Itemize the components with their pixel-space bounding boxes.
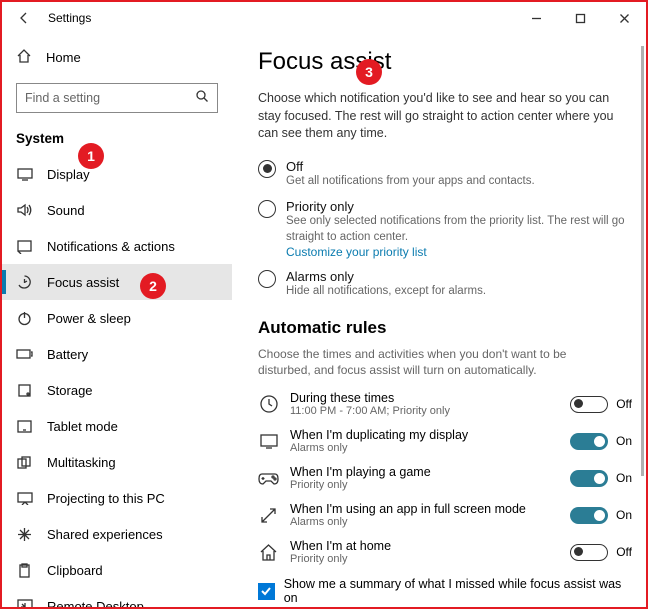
page-intro: Choose which notification you'd like to …: [258, 90, 618, 143]
rules-title: Automatic rules: [258, 318, 632, 338]
toggle-switch[interactable]: [570, 507, 608, 524]
rule-fullscreen[interactable]: When I'm using an app in full screen mod…: [258, 502, 632, 528]
automatic-rules: During these times11:00 PM - 7:00 AM; Pr…: [258, 391, 632, 565]
sidebar-item-power[interactable]: Power & sleep: [2, 300, 232, 336]
sidebar-item-multitasking[interactable]: Multitasking: [2, 444, 232, 480]
search-input[interactable]: Find a setting: [16, 83, 218, 113]
sidebar-item-notifications[interactable]: Notifications & actions: [2, 228, 232, 264]
sidebar-home-label: Home: [46, 50, 81, 65]
checkbox-checked[interactable]: [258, 583, 275, 600]
rule-during-times[interactable]: During these times11:00 PM - 7:00 AM; Pr…: [258, 391, 632, 417]
focus-assist-icon: [16, 274, 33, 291]
radio-indicator: [258, 160, 276, 178]
rule-at-home[interactable]: When I'm at homePriority only Off: [258, 539, 632, 565]
summary-checkbox-label: Show me a summary of what I missed while…: [284, 577, 632, 605]
sidebar-item-battery[interactable]: Battery: [2, 336, 232, 372]
nav-list: Display Sound Notifications & actions Fo…: [2, 156, 232, 607]
sidebar-item-storage[interactable]: Storage: [2, 372, 232, 408]
sidebar-category: System: [2, 125, 232, 156]
toggle-switch[interactable]: [570, 433, 608, 450]
window-controls: [514, 3, 646, 33]
sound-icon: [16, 202, 33, 219]
sidebar-item-tablet[interactable]: Tablet mode: [2, 408, 232, 444]
remote-icon: [16, 598, 33, 608]
sidebar: Home Find a setting System Display Sound…: [2, 34, 232, 607]
clipboard-icon: [16, 562, 33, 579]
sidebar-item-sound[interactable]: Sound: [2, 192, 232, 228]
sidebar-home[interactable]: Home: [2, 40, 232, 75]
toggle-switch[interactable]: [570, 544, 608, 561]
sidebar-item-shared[interactable]: Shared experiences: [2, 516, 232, 552]
radio-alarms-only[interactable]: Alarms onlyHide all notifications, excep…: [258, 269, 632, 300]
sidebar-item-projecting[interactable]: Projecting to this PC: [2, 480, 232, 516]
customize-priority-link[interactable]: Customize your priority list: [286, 245, 632, 259]
page-title: Focus assist: [258, 48, 632, 76]
sidebar-item-focus-assist[interactable]: Focus assist: [2, 264, 232, 300]
home-icon: [258, 542, 279, 563]
storage-icon: [16, 382, 33, 399]
summary-checkbox-row[interactable]: Show me a summary of what I missed while…: [258, 577, 632, 605]
titlebar: Settings: [2, 2, 646, 34]
tablet-icon: [16, 418, 33, 435]
fullscreen-icon: [258, 505, 279, 526]
focus-mode-radios: OffGet all notifications from your apps …: [258, 159, 632, 300]
rule-playing-game[interactable]: When I'm playing a gamePriority only On: [258, 465, 632, 491]
multitasking-icon: [16, 454, 33, 471]
radio-off[interactable]: OffGet all notifications from your apps …: [258, 159, 632, 190]
toggle-switch[interactable]: [570, 470, 608, 487]
main-panel: Focus assist Choose which notification y…: [232, 34, 646, 607]
maximize-button[interactable]: [558, 3, 602, 33]
projecting-icon: [16, 490, 33, 507]
sidebar-item-display[interactable]: Display: [2, 156, 232, 192]
search-placeholder: Find a setting: [25, 91, 100, 105]
rule-duplicating-display[interactable]: When I'm duplicating my displayAlarms on…: [258, 428, 632, 454]
display-icon: [16, 166, 33, 183]
gamepad-icon: [258, 468, 279, 489]
shared-icon: [16, 526, 33, 543]
scrollbar[interactable]: [641, 46, 644, 476]
monitor-icon: [258, 431, 279, 452]
radio-indicator: [258, 200, 276, 218]
battery-icon: [16, 346, 33, 363]
home-icon: [16, 48, 32, 67]
radio-indicator: [258, 270, 276, 288]
search-icon: [195, 89, 209, 108]
window-title: Settings: [48, 11, 91, 25]
power-icon: [16, 310, 33, 327]
sidebar-item-remote[interactable]: Remote Desktop: [2, 588, 232, 607]
radio-priority-only[interactable]: Priority onlySee only selected notificat…: [258, 199, 632, 259]
close-button[interactable]: [602, 3, 646, 33]
clock-icon: [258, 394, 279, 415]
back-button[interactable]: [14, 8, 34, 28]
toggle-switch[interactable]: [570, 396, 608, 413]
minimize-button[interactable]: [514, 3, 558, 33]
notifications-icon: [16, 238, 33, 255]
rules-intro: Choose the times and activities when you…: [258, 346, 618, 380]
sidebar-item-clipboard[interactable]: Clipboard: [2, 552, 232, 588]
